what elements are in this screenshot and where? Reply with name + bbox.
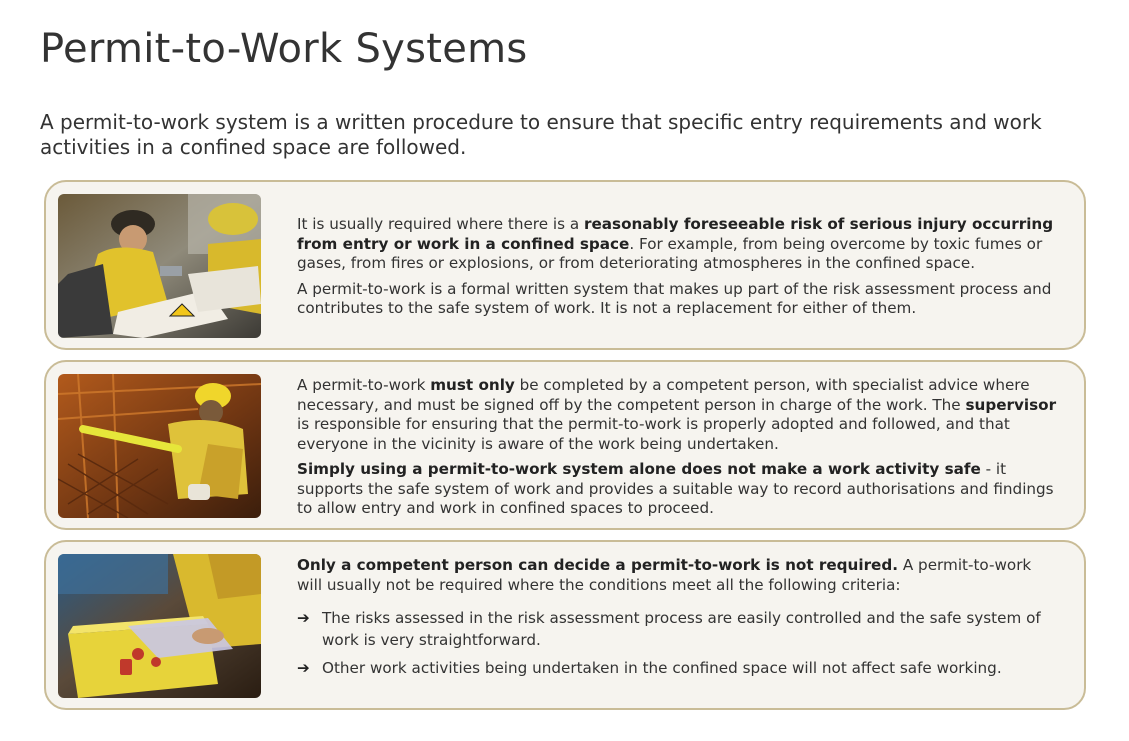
criteria-text: The risks assessed in the risk assessmen… xyxy=(322,609,1041,649)
arrow-right-icon: ➔ xyxy=(297,659,310,677)
card2-text-a: A permit-to-work xyxy=(297,376,431,394)
worker-with-lockout-box-photo xyxy=(58,554,261,698)
card2-emphasis-supervisor: supervisor xyxy=(965,395,1057,414)
arrow-right-icon: ➔ xyxy=(297,609,310,627)
info-card-permit-required: It is usually required where there is a … xyxy=(44,180,1086,350)
page-title: Permit-to-Work Systems xyxy=(40,26,528,72)
list-item: ➔ Other work activities being undertaken … xyxy=(297,657,1057,679)
card1-paragraph-1: It is usually required where there is a … xyxy=(297,215,1057,274)
info-card-competent-person: A permit-to-work must only be completed … xyxy=(44,360,1086,530)
card2-paragraph-1: A permit-to-work must only be completed … xyxy=(297,376,1057,454)
workers-reading-documents-photo xyxy=(58,194,261,338)
info-card-not-required: Only a competent person can decide a per… xyxy=(44,540,1086,710)
card2-paragraph-2: Simply using a permit-to-work system alo… xyxy=(297,460,1057,519)
intro-text: A permit-to-work system is a written pro… xyxy=(40,110,1042,159)
card2-text-c: is responsible for ensuring that the per… xyxy=(297,415,1010,453)
criteria-text: Other work activities being undertaken i… xyxy=(322,659,1002,677)
card1-text: It is usually required where there is a xyxy=(297,215,584,233)
card3-lead: Only a competent person can decide a per… xyxy=(297,556,1057,595)
card3-emphasis: Only a competent person can decide a per… xyxy=(297,556,899,574)
list-item: ➔ The risks assessed in the risk assessme… xyxy=(297,607,1057,651)
card1-paragraph-2: A permit-to-work is a formal written sys… xyxy=(297,279,1052,318)
worker-on-grating-photo xyxy=(58,374,261,518)
criteria-list: ➔ The risks assessed in the risk assessme… xyxy=(297,607,1057,679)
card2-emphasis-not-safe: Simply using a permit-to-work system alo… xyxy=(297,460,981,478)
card2-emphasis-must-only: must only xyxy=(430,376,515,394)
